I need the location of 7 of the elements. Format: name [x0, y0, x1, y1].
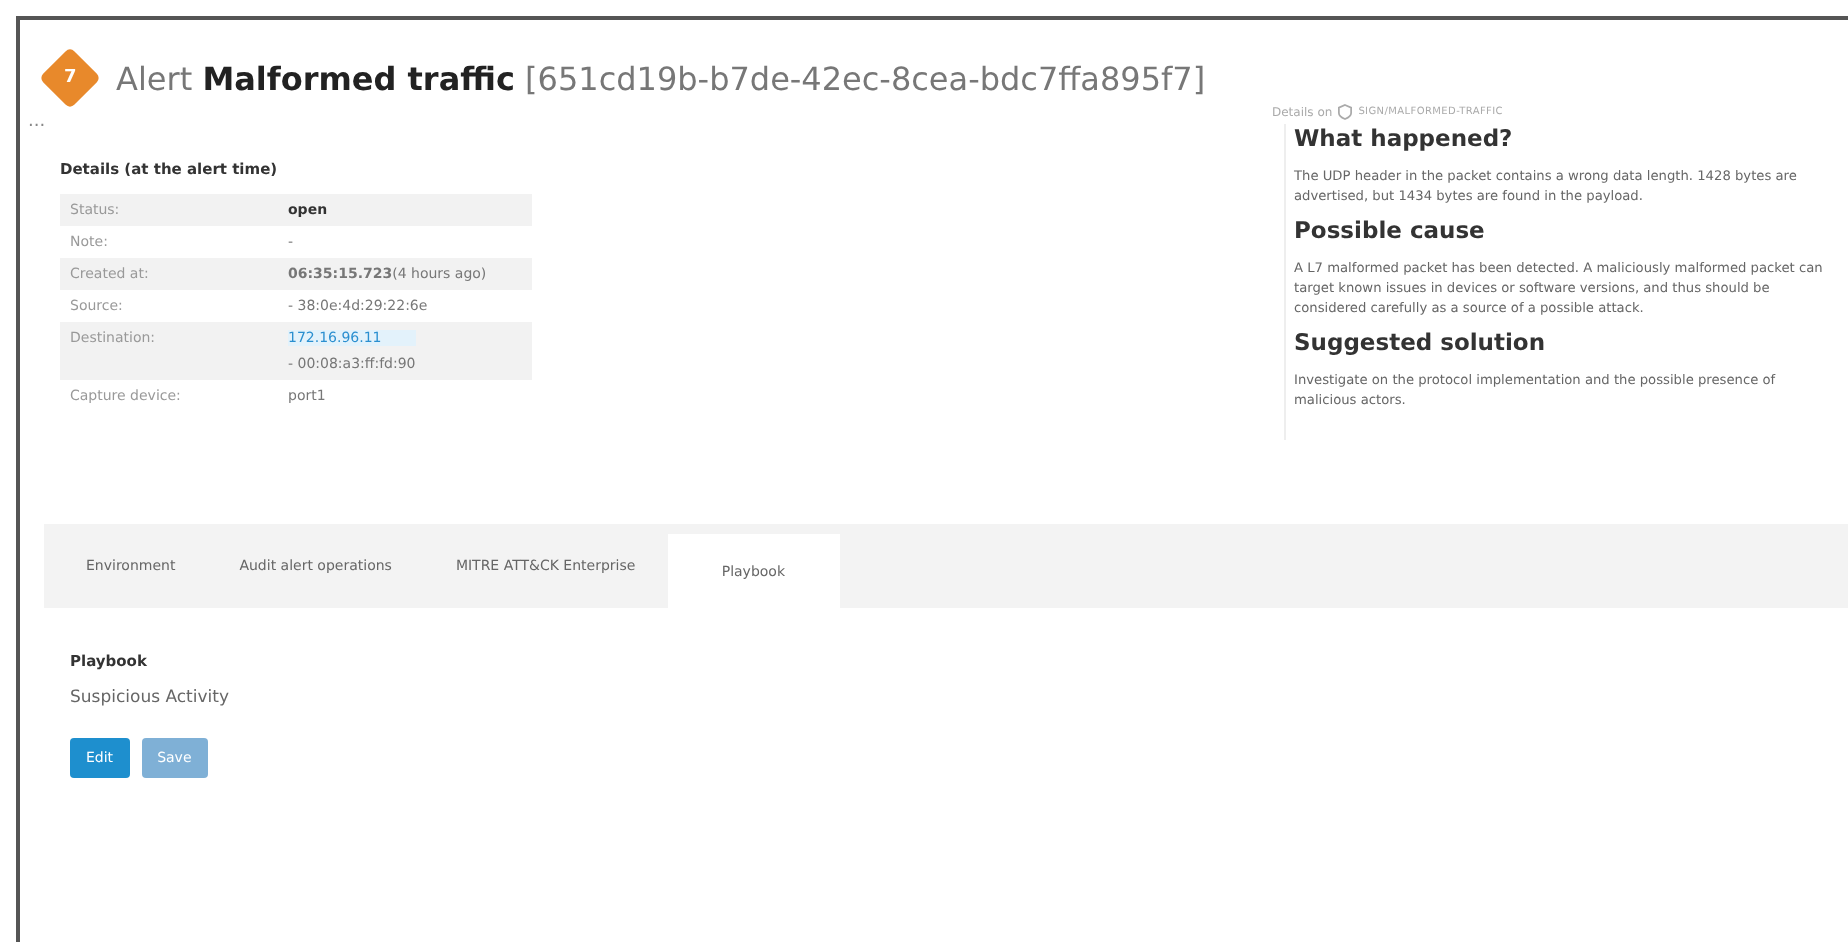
section-heading: What happened?	[1294, 124, 1515, 152]
shield-icon	[1338, 104, 1353, 120]
alert-title: Alert Malformed traffic [651cd19b-b7de-42ec-8cea-bdc7ffa895f7]	[116, 59, 1206, 97]
section-heading: Possible cause	[1294, 216, 1487, 244]
playbook-value: Suspicious Activity	[70, 688, 232, 708]
section-heading: Suggested solution	[1294, 328, 1548, 356]
alert-badge: 7	[38, 46, 102, 110]
